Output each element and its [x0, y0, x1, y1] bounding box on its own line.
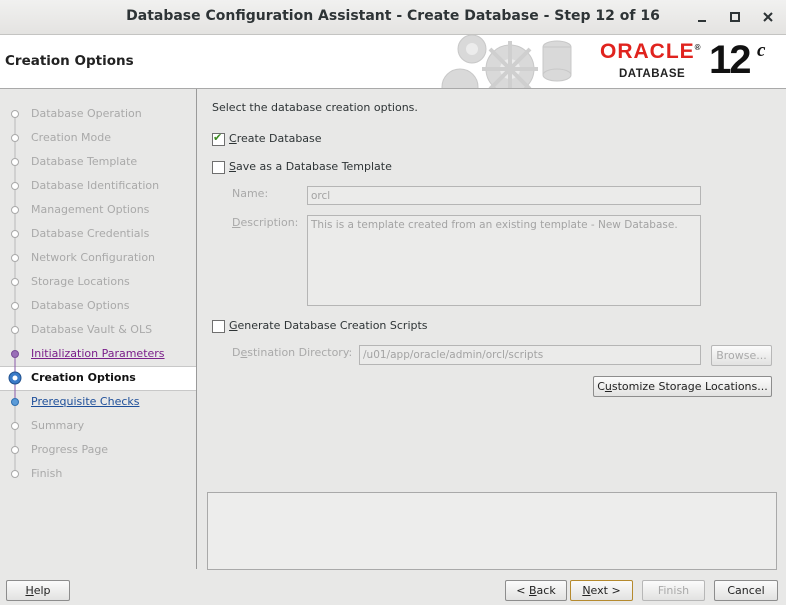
step-marker — [11, 182, 19, 190]
step-item[interactable]: Prerequisite Checks — [31, 395, 139, 408]
step-item: Network Configuration — [31, 251, 156, 264]
template-description-field[interactable]: This is a template created from an exist… — [307, 215, 701, 306]
step-marker — [11, 302, 19, 310]
product-name: DATABASE — [619, 68, 686, 80]
step-marker — [11, 470, 19, 478]
step-item: Creation Mode — [31, 131, 112, 144]
step-item: Database Template — [31, 155, 138, 168]
step-marker — [11, 326, 19, 334]
step-item: Creation Options — [31, 371, 136, 384]
gears-decoration-icon — [441, 35, 572, 88]
window-title: Database Configuration Assistant - Creat… — [126, 8, 660, 24]
save-template-label[interactable]: Save as a Database Template — [229, 160, 392, 173]
create-database-checkbox[interactable] — [212, 131, 225, 146]
step-item: Progress Page — [31, 443, 109, 456]
step-marker — [11, 158, 19, 166]
destination-directory-field[interactable]: /u01/app/oracle/admin/orcl/scripts — [359, 345, 701, 365]
window-titlebar: Database Configuration Assistant - Creat… — [0, 0, 786, 35]
message-pane — [207, 492, 777, 570]
step-item: Finish — [31, 467, 63, 480]
intro-text: Select the database creation options. — [212, 101, 418, 114]
back-button[interactable]: < Back — [505, 580, 567, 601]
browse-button[interactable]: Browse... — [711, 345, 772, 366]
step-marker-center — [12, 375, 18, 381]
step-marker — [11, 110, 19, 118]
create-database-label[interactable]: Create Database — [229, 132, 322, 145]
customize-storage-button[interactable]: Customize Storage Locations... — [593, 376, 772, 397]
step-item[interactable]: Initialization Parameters — [31, 347, 165, 360]
step-item: Database Vault & OLS — [31, 323, 153, 336]
template-name-field[interactable]: orcl — [307, 186, 701, 205]
template-name-label: Name: — [232, 187, 269, 200]
page-title: Creation Options — [5, 53, 134, 69]
step-marker — [11, 278, 19, 286]
step-marker — [11, 230, 19, 238]
version-suffix: c — [757, 40, 766, 61]
save-template-checkbox[interactable] — [212, 161, 225, 174]
steps-timeline — [8, 110, 22, 478]
step-item: Summary — [31, 419, 85, 432]
finish-button[interactable]: Finish — [642, 580, 705, 601]
page-header: Creation Options ORACLE® DATABASE 12 c — [0, 35, 786, 89]
generate-scripts-label[interactable]: Generate Database Creation Scripts — [229, 319, 428, 332]
step-marker — [11, 446, 19, 454]
version-number: 12 — [709, 38, 751, 82]
help-button[interactable]: Help — [6, 580, 70, 601]
maximize-icon[interactable] — [725, 7, 745, 27]
step-item: Database Operation — [31, 107, 142, 120]
close-icon[interactable] — [758, 7, 778, 27]
oracle-logo: ORACLE® — [600, 40, 702, 63]
steps-sidebar: Database Operation Creation Mode Database … — [0, 89, 197, 569]
main-panel: Select the database creation options. Cr… — [197, 89, 786, 570]
minimize-icon[interactable] — [692, 7, 712, 27]
generate-scripts-checkbox[interactable] — [212, 320, 225, 333]
step-item: Storage Locations — [31, 275, 130, 288]
cancel-button[interactable]: Cancel — [714, 580, 778, 601]
destination-directory-label: Destination Directory: — [232, 346, 353, 359]
step-item: Database Credentials — [31, 227, 150, 240]
step-marker — [11, 206, 19, 214]
step-marker — [11, 350, 19, 358]
step-marker — [11, 398, 19, 406]
step-item: Management Options — [31, 203, 150, 216]
next-button[interactable]: Next > — [570, 580, 633, 601]
step-item: Database Options — [31, 299, 130, 312]
template-description-label: Description: — [232, 216, 299, 229]
step-marker — [11, 254, 19, 262]
step-marker — [11, 134, 19, 142]
step-item: Database Identification — [31, 179, 160, 192]
step-marker — [11, 422, 19, 430]
